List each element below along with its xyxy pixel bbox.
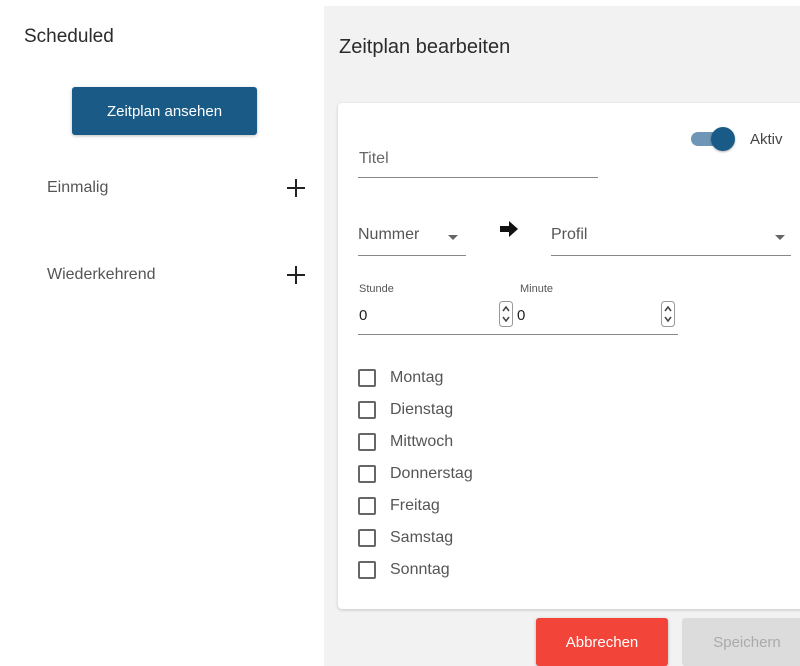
number-select[interactable] xyxy=(358,255,466,256)
active-toggle[interactable] xyxy=(691,127,739,151)
hour-stepper-icon[interactable] xyxy=(499,301,513,327)
checkbox[interactable] xyxy=(358,529,376,547)
sidebar-title: Scheduled xyxy=(24,26,114,47)
minute-label: Minute xyxy=(520,283,554,295)
day-checkbox-friday[interactable]: Freitag xyxy=(358,493,440,519)
cancel-button[interactable]: Abbrechen xyxy=(536,618,668,666)
sidebar-item-label: Einmalig xyxy=(47,179,109,196)
checkbox[interactable] xyxy=(358,401,376,419)
day-checkbox-wednesday[interactable]: Mittwoch xyxy=(358,429,453,455)
day-label: Freitag xyxy=(390,497,440,514)
chevron-down-icon xyxy=(775,235,785,240)
day-checkbox-monday[interactable]: Montag xyxy=(358,365,443,391)
sidebar-item-wiederkehrend: Wiederkehrend xyxy=(47,261,307,289)
plus-icon[interactable] xyxy=(285,264,307,286)
checkbox[interactable] xyxy=(358,497,376,515)
sidebar: Scheduled Zeitplan ansehen Einmalig Wied… xyxy=(10,6,324,666)
day-label: Sonntag xyxy=(390,561,450,578)
minute-input[interactable]: 0 xyxy=(517,307,525,324)
arrow-right-icon xyxy=(500,221,518,237)
page-title: Zeitplan bearbeiten xyxy=(339,36,511,58)
checkbox[interactable] xyxy=(358,465,376,483)
chevron-down-icon xyxy=(448,235,458,240)
checkbox[interactable] xyxy=(358,369,376,387)
hour-label: Stunde xyxy=(359,283,394,295)
day-label: Mittwoch xyxy=(390,433,454,450)
day-label: Donnerstag xyxy=(390,465,473,482)
save-button[interactable]: Speichern xyxy=(682,618,800,666)
active-toggle-label: Aktiv xyxy=(750,131,783,148)
checkbox[interactable] xyxy=(358,433,376,451)
editor-panel: Zeitplan bearbeiten Titel Aktiv Nummer P… xyxy=(324,6,800,666)
day-checkbox-saturday[interactable]: Samstag xyxy=(358,525,453,551)
day-label: Dienstag xyxy=(390,401,454,418)
day-label: Samstag xyxy=(390,529,454,546)
sidebar-item-label: Wiederkehrend xyxy=(47,266,156,283)
day-checkbox-sunday[interactable]: Sonntag xyxy=(358,557,450,583)
hour-input[interactable]: 0 xyxy=(359,307,367,324)
plus-icon[interactable] xyxy=(285,177,307,199)
schedule-form-card: Titel Aktiv Nummer Profil Stunde 0 Minut… xyxy=(338,103,800,609)
time-underline xyxy=(358,334,678,335)
minute-stepper-icon[interactable] xyxy=(661,301,675,327)
day-label: Montag xyxy=(390,369,444,386)
day-checkbox-thursday[interactable]: Donnerstag xyxy=(358,461,473,487)
number-select-label: Nummer xyxy=(358,226,420,243)
title-input[interactable] xyxy=(358,177,598,178)
profile-select-label: Profil xyxy=(551,226,588,243)
profile-select[interactable] xyxy=(551,255,791,256)
day-checkbox-tuesday[interactable]: Dienstag xyxy=(358,397,453,423)
toggle-knob xyxy=(711,127,735,151)
title-field-label: Titel xyxy=(359,150,389,167)
sidebar-item-einmalig: Einmalig xyxy=(47,174,307,202)
view-schedule-button[interactable]: Zeitplan ansehen xyxy=(72,87,257,135)
checkbox[interactable] xyxy=(358,561,376,579)
